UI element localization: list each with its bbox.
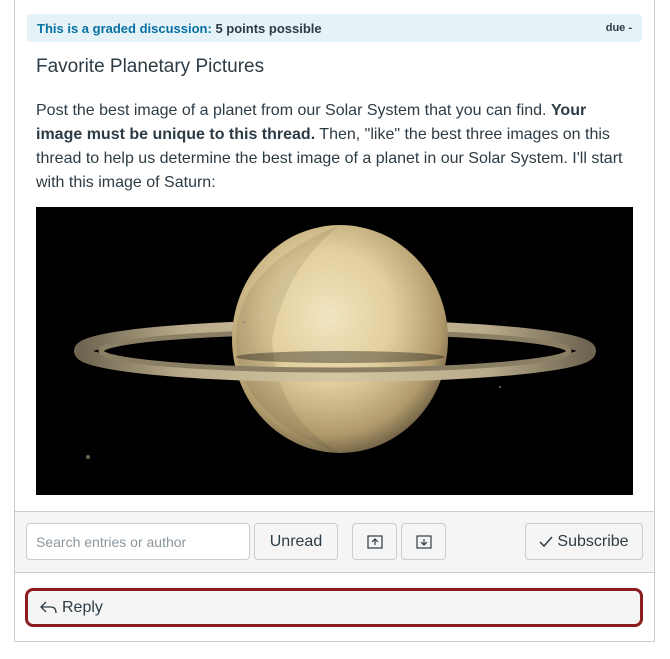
graded-label: This is a graded discussion: (37, 20, 212, 36)
body-text-part1: Post the best image of a planet from our… (36, 102, 551, 119)
unread-label: Unread (269, 532, 323, 550)
collapse-replies-button[interactable] (352, 523, 397, 560)
saturn-illustration (36, 207, 633, 495)
unread-button[interactable]: Unread (254, 523, 338, 560)
search-input[interactable] (26, 523, 250, 560)
graded-discussion-banner: This is a graded discussion: 5 points po… (27, 14, 642, 42)
subscribe-button[interactable]: Subscribe (525, 523, 643, 560)
subscribe-label: Subscribe (557, 532, 629, 550)
reply-arrow-icon (40, 601, 58, 615)
graded-info: This is a graded discussion: 5 points po… (37, 21, 322, 36)
reply-button[interactable]: Reply (25, 588, 643, 627)
discussion-body: Post the best image of a planet from our… (36, 99, 626, 195)
checkmark-icon (539, 536, 553, 547)
due-date: due - (605, 22, 632, 34)
arrow-up-box-icon (366, 534, 383, 549)
points-possible: 5 points possible (215, 20, 322, 36)
expand-replies-button[interactable] (401, 523, 446, 560)
reply-label: Reply (62, 598, 103, 616)
discussion-title: Favorite Planetary Pictures (36, 56, 265, 77)
arrow-down-box-icon (415, 534, 432, 549)
saturn-image (36, 207, 633, 495)
